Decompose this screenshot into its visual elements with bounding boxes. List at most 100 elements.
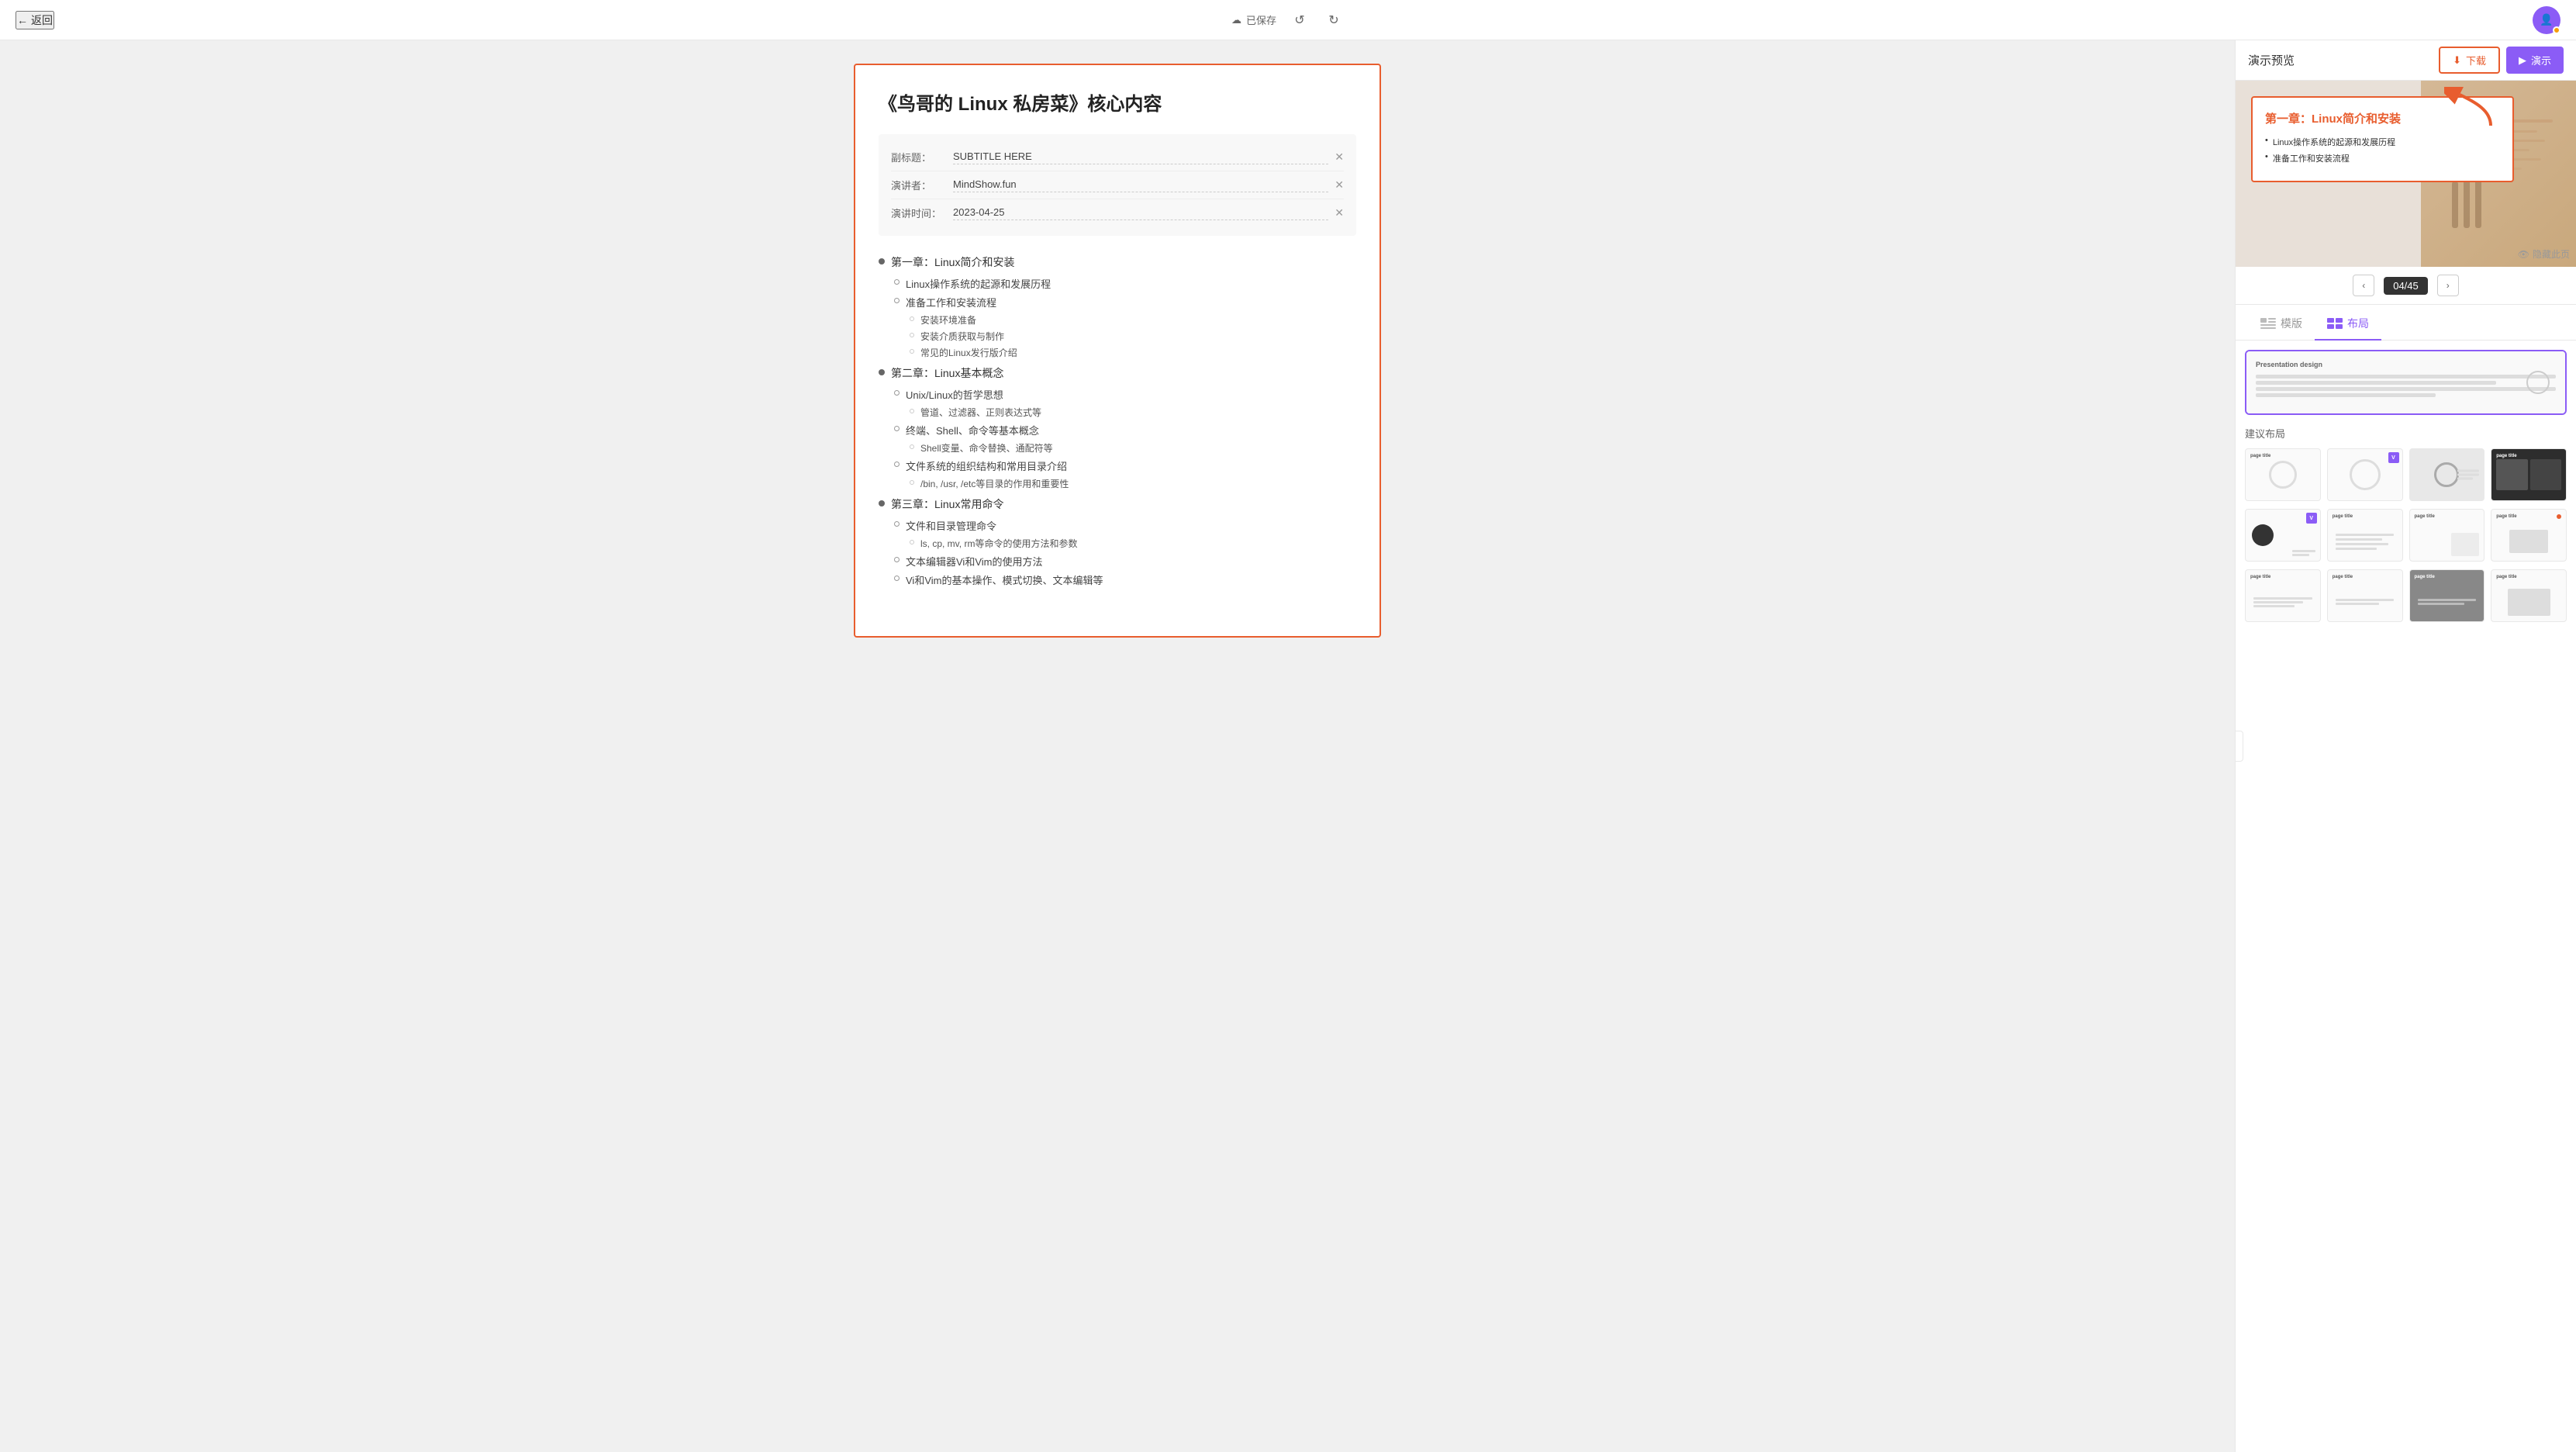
c2-l2-2-dot (894, 426, 900, 431)
layout-3-inner (2410, 449, 2484, 500)
layout-4-col-1 (2496, 459, 2527, 490)
layout-12-map (2508, 589, 2550, 616)
redo-button[interactable]: ↻ (1323, 9, 1345, 31)
layout-12-inner: page title (2491, 570, 2566, 621)
meta-row-subtitle: 副标题： SUBTITLE HERE ✕ (891, 143, 1344, 171)
layout-4-inner: page title (2491, 449, 2566, 500)
subtitle-value[interactable]: SUBTITLE HERE (953, 150, 1328, 164)
outline-chapter3: 第三章：Linux常用命令 文件和目录管理命令 (879, 496, 1356, 587)
back-label: 返回 (31, 12, 53, 28)
layout-item-11[interactable]: page title (2409, 569, 2485, 622)
topbar-center: ☁ 已保存 ↺ ↻ (1231, 9, 1345, 31)
layout-item-8[interactable]: page title (2491, 509, 2567, 562)
layout-2-circle (2350, 459, 2381, 490)
meta-row-time: 演讲时间： 2023-04-25 ✕ (891, 199, 1344, 226)
template-name: Presentation design (2256, 361, 2556, 368)
layout-item-4[interactable]: page title (2491, 448, 2567, 501)
layout-6-line-4 (2336, 548, 2377, 550)
present-button[interactable]: ▶ 演示 (2506, 47, 2564, 74)
outline-l2-2: 准备工作和安装流程 安装环境准备 (879, 295, 1356, 359)
back-button[interactable]: ← 返回 (16, 11, 54, 29)
layout-5-dark-circle (2252, 524, 2274, 546)
slide-navigation: ‹ 04/45 › (2236, 267, 2576, 305)
layout-9-line-2 (2253, 601, 2303, 603)
time-value[interactable]: 2023-04-25 (953, 206, 1328, 220)
hide-slide-button[interactable]: 👁 隐藏此页 (2518, 247, 2570, 261)
chapter3-title: 第三章：Linux常用命令 (879, 496, 1356, 512)
c2-l2-1-dot (894, 390, 900, 396)
c3-l3-1-dot (910, 540, 914, 544)
c3-l2-2-dot (894, 557, 900, 562)
subtitle-label: 副标题： (891, 150, 953, 164)
c2-l2-1-children: 管道、过滤器、正则表达式等 (879, 406, 1356, 419)
tab-layout-label: 布局 (2347, 316, 2369, 331)
preview-bullet-1: Linux操作系统的起源和发展历程 (2265, 136, 2500, 148)
layout-item-6[interactable]: page title (2327, 509, 2403, 562)
layout-item-1[interactable]: page title (2245, 448, 2321, 501)
download-icon: ⬇ (2453, 54, 2461, 67)
layout-8-pin (2557, 514, 2561, 519)
layout-5-inner: V (2246, 510, 2320, 561)
c3-l2-2-title: 文本编辑器Vi和Vim的使用方法 (894, 554, 1356, 569)
layout-11-line-1 (2418, 599, 2476, 601)
c2-l3-1: 管道、过滤器、正则表达式等 (879, 406, 1356, 419)
layout-item-9[interactable]: page title (2245, 569, 2321, 622)
layout-6-inner: page title (2328, 510, 2402, 561)
editor-area[interactable]: 《鸟哥的 Linux 私房菜》核心内容 副标题： SUBTITLE HERE ✕… (0, 40, 2235, 1452)
subtitle-close-icon[interactable]: ✕ (1335, 150, 1344, 164)
outline-chapter2: 第二章：Linux基本概念 Unix/Linux的哲学思想 (879, 365, 1356, 490)
c3-l2-2: 文本编辑器Vi和Vim的使用方法 (879, 554, 1356, 569)
layout-item-5[interactable]: V (2245, 509, 2321, 562)
layout-item-3[interactable] (2409, 448, 2485, 501)
main-layout: 《鸟哥的 Linux 私房菜》核心内容 副标题： SUBTITLE HERE ✕… (0, 40, 2576, 1452)
red-arrow-svg (2444, 87, 2506, 133)
layout-9-lines (2253, 597, 2312, 607)
layout-item-7[interactable]: page title (2409, 509, 2485, 562)
layout-7-title: page title (2415, 514, 2435, 519)
undo-button[interactable]: ↺ (1289, 9, 1310, 31)
c2-l3-2-row: Shell变量、命令替换、通配符等 (910, 441, 1356, 455)
c3-l2-3-dot (894, 576, 900, 581)
layout-11-line-2 (2418, 603, 2464, 605)
layout-9-title: page title (2250, 575, 2270, 579)
layout-grid-row2: V page title (2245, 509, 2567, 562)
layout-6-line-3 (2336, 543, 2388, 545)
save-status: ☁ 已保存 (1231, 12, 1276, 27)
chapter1-children: Linux操作系统的起源和发展历程 准备工作和安装流程 (879, 276, 1356, 359)
tab-template[interactable]: 模版 (2248, 308, 2315, 341)
chapter3-text: 第三章：Linux常用命令 (891, 496, 1003, 512)
prev-slide-button[interactable]: ‹ (2353, 275, 2374, 296)
avatar[interactable]: 👤 (2533, 6, 2560, 34)
topbar: ← 返回 ☁ 已保存 ↺ ↻ 👤 (0, 0, 2576, 40)
c3-l2-1-dot (894, 521, 900, 527)
cloud-icon: ☁ (1231, 14, 1241, 26)
templates-area[interactable]: Presentation design 建议布局 page (2236, 341, 2576, 1452)
preview-header: 演示预览 ⬇ 下载 ▶ 演示 (2236, 40, 2576, 81)
c2-l2-3-title: 文件系统的组织结构和常用目录介绍 (894, 458, 1356, 473)
next-slide-button[interactable]: › (2437, 275, 2459, 296)
right-panel: › 演示预览 ⬇ 下载 ▶ 演示 (2235, 40, 2576, 1452)
presenter-value[interactable]: MindShow.fun (953, 178, 1328, 192)
layout-item-12[interactable]: page title (2491, 569, 2567, 622)
chapter3-children: 文件和目录管理命令 ls, cp, mv, rm等命令的使用方法和参数 (879, 518, 1356, 587)
meta-row-presenter: 演讲者： MindShow.fun ✕ (891, 171, 1344, 199)
layout-item-2[interactable]: V (2327, 448, 2403, 501)
layout-1-inner: page title (2246, 449, 2320, 500)
layout-3-line-2 (2457, 474, 2479, 476)
chapter1-title: 第一章：Linux简介和安装 (879, 254, 1356, 270)
download-button[interactable]: ⬇ 下载 (2439, 47, 2500, 74)
c2-l2-2-text: 终端、Shell、命令等基本概念 (906, 423, 1039, 437)
present-icon: ▶ (2519, 54, 2526, 67)
collapse-panel-button[interactable]: › (2235, 731, 2243, 762)
c3-l3-1-row: ls, cp, mv, rm等命令的使用方法和参数 (910, 537, 1356, 550)
c2-l3-2: Shell变量、命令替换、通配符等 (879, 441, 1356, 455)
time-close-icon[interactable]: ✕ (1335, 206, 1344, 220)
template-tab-icon (2260, 318, 2276, 329)
c2-l3-3-row: /bin, /usr, /etc等目录的作用和重要性 (910, 477, 1356, 490)
tab-layout[interactable]: 布局 (2315, 308, 2381, 341)
selected-template[interactable]: Presentation design (2245, 350, 2567, 415)
layout-item-10[interactable]: page title (2327, 569, 2403, 622)
c3-l2-3: Vi和Vim的基本操作、模式切换、文本编辑等 (879, 572, 1356, 587)
slide-preview-area: 第一章：Linux简介和安装 Linux操作系统的起源和发展历程 准备工作和安装… (2236, 81, 2576, 267)
presenter-close-icon[interactable]: ✕ (1335, 178, 1344, 192)
